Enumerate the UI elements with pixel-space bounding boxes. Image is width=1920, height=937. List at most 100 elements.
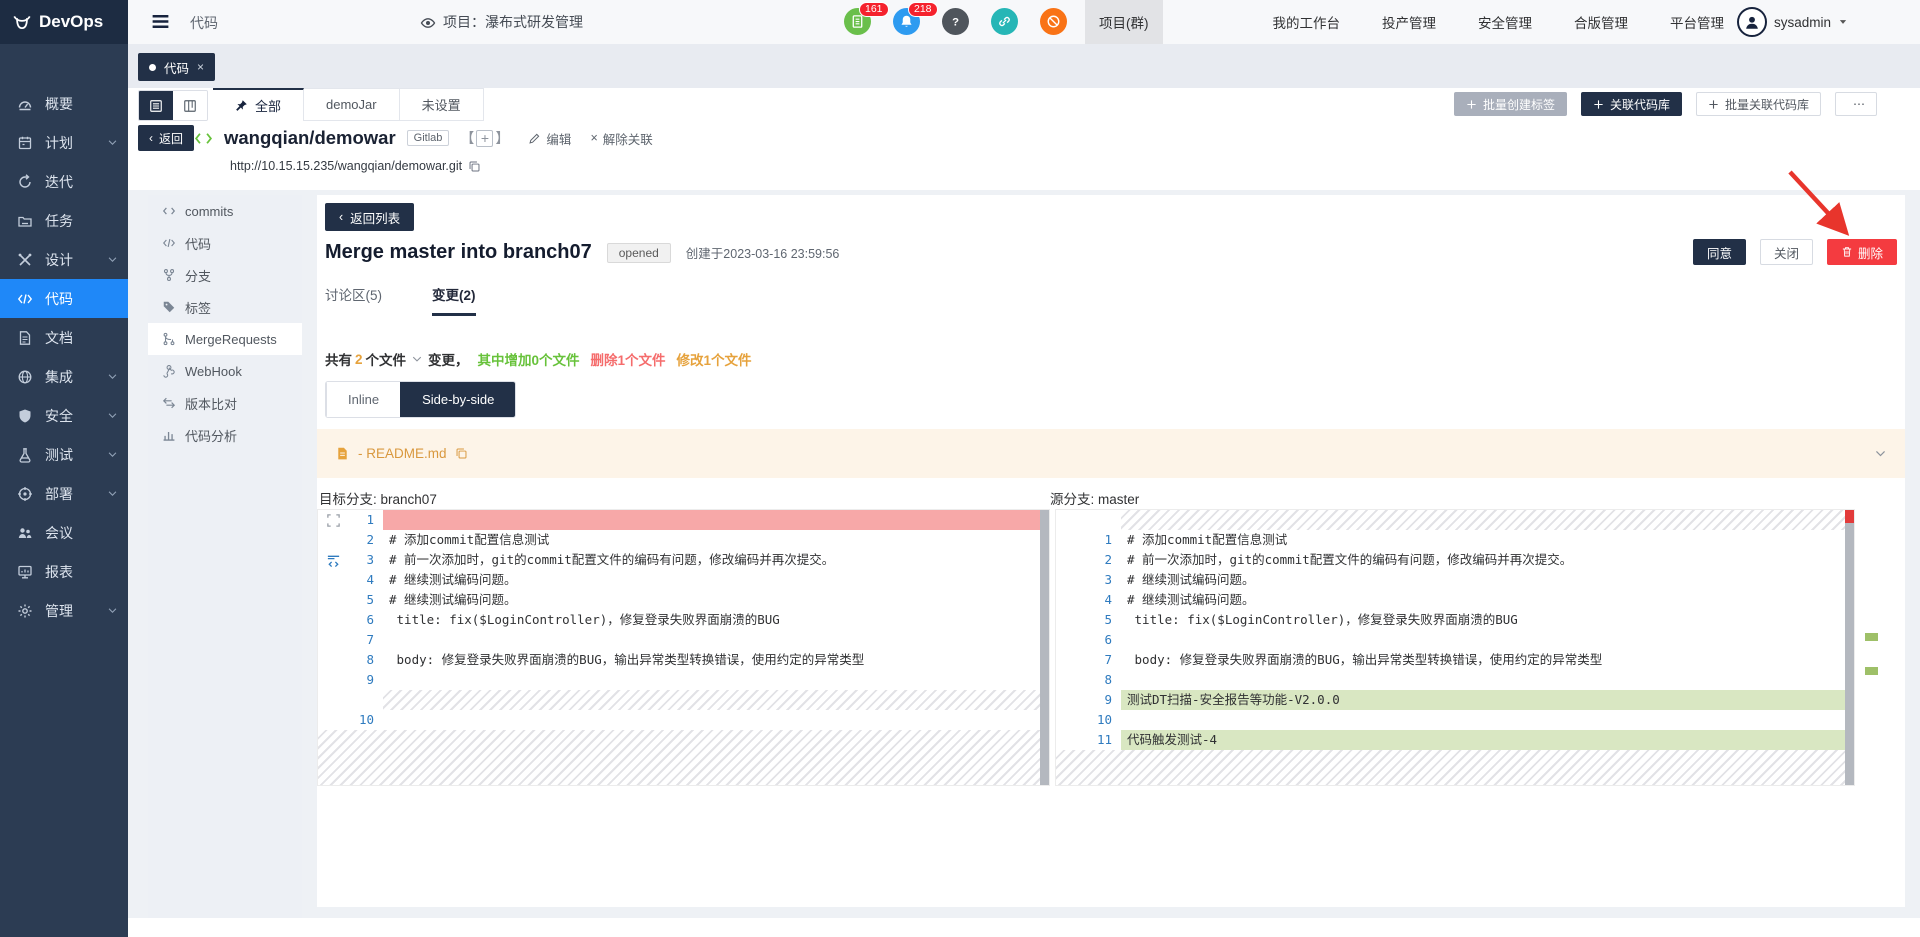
back-button[interactable]: ‹ 返回	[138, 125, 194, 151]
diff-line[interactable]: 7	[318, 630, 1049, 650]
tab-code[interactable]: 代码 ×	[138, 53, 215, 81]
diff-line[interactable]: 6 title: fix($LoginController)，修复登录失败界面崩…	[318, 610, 1049, 630]
sidebar-item[interactable]: 测试	[0, 435, 128, 474]
close-mr-button[interactable]: 关闭	[1760, 239, 1813, 265]
diff-line[interactable]	[318, 690, 1049, 710]
diff-line[interactable]: 1 # 添加commit配置信息测试	[1056, 530, 1854, 550]
repo-nav-item[interactable]: commits	[148, 195, 302, 227]
chevron-down-icon	[107, 254, 118, 265]
diff-line[interactable]: 9	[318, 670, 1049, 690]
bracket-add-control[interactable]: 【 + 】	[460, 128, 509, 148]
unlink-button[interactable]: × 解除关联	[590, 129, 652, 148]
diff-line[interactable]: 3 # 继续测试编码问题。	[1056, 570, 1854, 590]
diff-collapsed-region	[318, 730, 1040, 785]
sidebar-item[interactable]: 计划	[0, 123, 128, 162]
left-pane-scrollbar[interactable]	[1040, 510, 1049, 785]
diff-line[interactable]: 9 测试DT扫描-安全报告等功能-V2.0.0	[1056, 690, 1854, 710]
sidebar-item[interactable]: 部署	[0, 474, 128, 513]
sidebar-item[interactable]: 集成	[0, 357, 128, 396]
repo-nav-item[interactable]: 代码	[148, 227, 302, 259]
diff-line[interactable]: 8 body: 修复登录失败界面崩溃的BUG，输出异常类型转换错误，使用约定的异…	[318, 650, 1049, 670]
diff-line[interactable]: 1	[318, 510, 1049, 530]
toolbar-action-button[interactable]: ⋯	[1835, 92, 1877, 116]
diff-line[interactable]: 4 # 继续测试编码问题。	[1056, 590, 1854, 610]
topbar-nav-item[interactable]: 投产管理	[1382, 12, 1436, 32]
sidebar-item[interactable]: 任务	[0, 201, 128, 240]
diff-line[interactable]: 6	[1056, 630, 1854, 650]
back-to-list-button[interactable]: ‹ 返回列表	[325, 203, 414, 231]
topbar-nav-item[interactable]: 平台管理	[1670, 12, 1724, 32]
diff-file-header[interactable]: - README.md	[317, 429, 1905, 478]
topbar-nav-item[interactable]: 我的工作台	[1273, 12, 1341, 32]
diff-line[interactable]: 10	[318, 710, 1049, 730]
sidebar-item[interactable]: 会议	[0, 513, 128, 552]
diff-line[interactable]: 2 # 添加commit配置信息测试	[318, 530, 1049, 550]
diff-line[interactable]: 11 代码触发测试-4	[1056, 730, 1854, 750]
sidebar-item[interactable]: 文档	[0, 318, 128, 357]
repo-nav-item[interactable]: 标签	[148, 291, 302, 323]
topbar-nav-item[interactable]: 安全管理	[1478, 12, 1532, 32]
collapse-chevron-icon[interactable]	[1874, 447, 1887, 460]
diff-line[interactable]: 3 # 前一次添加时，git的commit配置文件的编码有问题，修改编码并再次提…	[318, 550, 1049, 570]
mr-tab[interactable]: 讨论区(5)	[325, 284, 382, 316]
edit-button[interactable]: 编辑	[528, 129, 571, 148]
hamburger-menu-icon[interactable]	[150, 11, 171, 32]
topbar-icon-button[interactable]: 218	[893, 8, 920, 35]
sidebar-item[interactable]: 报表	[0, 552, 128, 591]
topbar-icon-button[interactable]	[991, 8, 1018, 35]
diff-line[interactable]: 5 title: fix($LoginController)，修复登录失败界面崩…	[1056, 610, 1854, 630]
delete-button[interactable]: 删除	[1827, 239, 1897, 265]
app-logo[interactable]: DevOps	[0, 0, 128, 44]
diff-view-mode-button[interactable]: Inline	[326, 382, 400, 417]
list-view-button[interactable]	[139, 91, 173, 120]
right-pane-scrollbar[interactable]	[1845, 510, 1854, 785]
repo-nav-item[interactable]: WebHook	[148, 355, 302, 387]
topbar-icon-button[interactable]: 161	[844, 8, 871, 35]
diff-line[interactable]	[1056, 510, 1854, 530]
project-indicator[interactable]: 项目：瀑布式研发管理	[420, 12, 583, 32]
repo-nav-item[interactable]: 分支	[148, 259, 302, 291]
sidebar-item[interactable]: 安全	[0, 396, 128, 435]
diff-line[interactable]: 7 body: 修复登录失败界面崩溃的BUG，输出异常类型转换错误，使用约定的异…	[1056, 650, 1854, 670]
copy-icon[interactable]	[468, 160, 481, 173]
copy-icon[interactable]	[455, 447, 468, 460]
topbar-nav-item[interactable]: 合版管理	[1574, 12, 1628, 32]
toolbar-action-button[interactable]: 批量关联代码库	[1696, 92, 1821, 116]
topbar-icon-button[interactable]: ?	[942, 8, 969, 35]
line-number: 8	[318, 650, 383, 670]
sidebar-item[interactable]: 设计	[0, 240, 128, 279]
sidebar-item[interactable]: 代码	[0, 279, 128, 318]
repo-group-tab[interactable]: 未设置	[400, 88, 484, 121]
toolbar-action-button[interactable]: 批量创建标签	[1454, 92, 1567, 116]
trash-icon	[1841, 246, 1853, 258]
topbar-icon-button[interactable]	[1040, 8, 1067, 35]
close-icon[interactable]: ×	[197, 60, 204, 74]
diff-line[interactable]: 5 # 继续测试编码问题。	[318, 590, 1049, 610]
diff-line[interactable]: 2 # 前一次添加时，git的commit配置文件的编码有问题，修改编码并再次提…	[1056, 550, 1854, 570]
approve-button[interactable]: 同意	[1693, 239, 1746, 265]
dashboard-icon	[17, 96, 33, 112]
sidebar-item[interactable]: 概要	[0, 84, 128, 123]
expand-icon[interactable]	[326, 513, 341, 528]
user-menu[interactable]: sysadmin	[1737, 0, 1848, 44]
toolbar-action-button[interactable]: 关联代码库	[1581, 92, 1682, 116]
repo-group-tab[interactable]: demoJar	[304, 88, 400, 121]
sidebar-item[interactable]: 迭代	[0, 162, 128, 201]
repo-group-tab[interactable]: 全部	[213, 88, 304, 122]
repo-nav-item[interactable]: 代码分析	[148, 419, 302, 451]
topbar-nav-item[interactable]: 项目(群)	[1085, 0, 1163, 44]
diff-line[interactable]: 10	[1056, 710, 1854, 730]
mr-tab[interactable]: 变更(2)	[432, 284, 476, 316]
plus-icon[interactable]: +	[476, 130, 493, 147]
chevron-down-icon[interactable]	[411, 353, 423, 365]
file-name[interactable]: - README.md	[358, 446, 447, 461]
modified-files-count: 修改1个文件	[677, 349, 752, 369]
sidebar-item[interactable]: 管理	[0, 591, 128, 630]
unified-diff-icon[interactable]	[326, 553, 341, 568]
diff-line[interactable]: 4 # 继续测试编码问题。	[318, 570, 1049, 590]
repo-nav-item[interactable]: MergeRequests	[148, 323, 302, 355]
diff-line[interactable]: 8	[1056, 670, 1854, 690]
repo-nav-item[interactable]: 版本比对	[148, 387, 302, 419]
board-view-button[interactable]	[173, 91, 207, 120]
diff-view-mode-button[interactable]: Side-by-side	[400, 382, 515, 417]
